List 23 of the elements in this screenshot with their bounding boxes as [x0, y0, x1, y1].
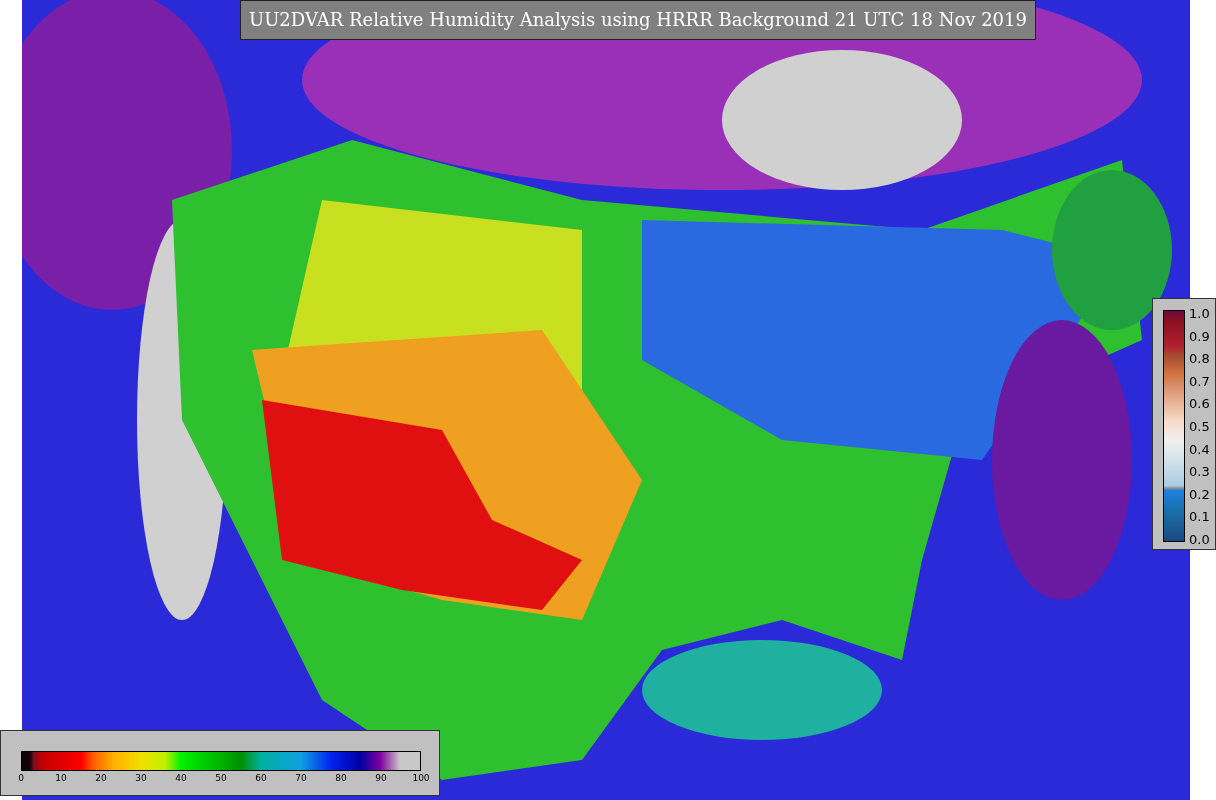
tick-label: 80 [335, 773, 347, 783]
tick-label: 0.9 [1189, 329, 1210, 344]
tick-label: 0 [18, 773, 24, 783]
tick-label: 0.8 [1189, 352, 1210, 367]
tick-label: 30 [135, 773, 147, 783]
tick-label: 0.2 [1189, 487, 1210, 502]
tick-label: 0.0 [1189, 532, 1210, 547]
tick-label: 10 [55, 773, 67, 783]
tick-label: 1.0 [1189, 307, 1210, 321]
tick-label: 60 [255, 773, 267, 783]
tick-label: 0.5 [1189, 419, 1210, 434]
tick-label: 70 [295, 773, 307, 783]
tick-label: 20 [95, 773, 107, 783]
tick-label: 100 [412, 773, 430, 783]
tick-label: 40 [175, 773, 187, 783]
tick-label: 0.6 [1189, 397, 1210, 412]
tick-label: 0.3 [1189, 465, 1210, 480]
tick-label: 0.4 [1189, 442, 1210, 457]
tick-label: 0.1 [1189, 510, 1210, 525]
tick-label: 0.7 [1189, 374, 1210, 389]
tick-label: 50 [215, 773, 227, 783]
chart-title: UU2DVAR Relative Humidity Analysis using HRRR Background 21 UTC 18 Nov 2019 [240, 0, 1036, 40]
tick-label: 90 [375, 773, 387, 783]
